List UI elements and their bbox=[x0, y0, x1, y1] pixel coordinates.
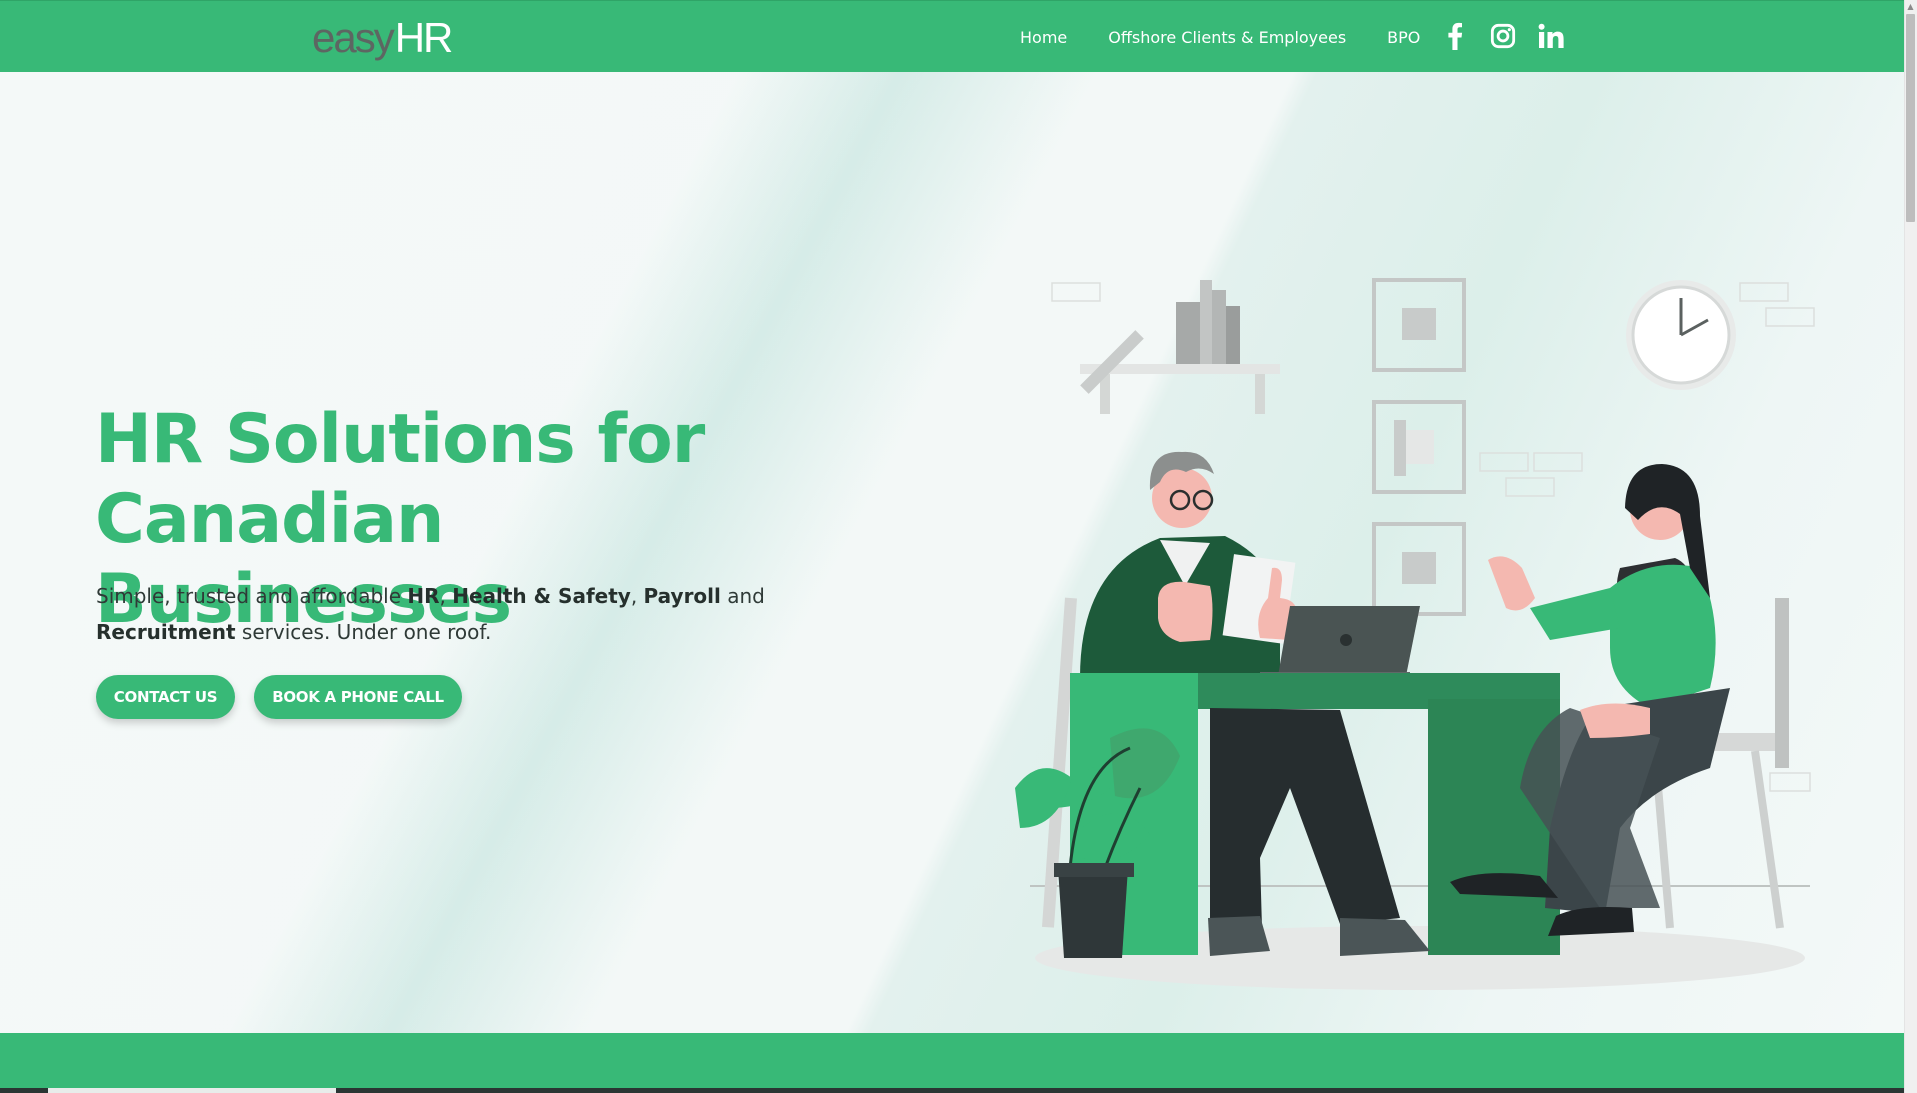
headline-line-1: HR Solutions for bbox=[95, 400, 705, 479]
social-links bbox=[1442, 21, 1564, 51]
contact-us-button[interactable]: CONTACT US bbox=[96, 675, 235, 719]
hero-subtitle: Simple, trusted and affordable HR, Healt… bbox=[96, 578, 836, 650]
preview-light-block bbox=[48, 1088, 336, 1093]
scrollbar-thumb[interactable] bbox=[1906, 14, 1915, 222]
next-section-preview-strip bbox=[0, 1088, 1904, 1093]
instagram-icon[interactable] bbox=[1490, 21, 1516, 51]
subtitle-payroll: Payroll bbox=[643, 584, 721, 608]
book-phone-call-button[interactable]: BOOK A PHONE CALL bbox=[254, 675, 462, 719]
subtitle-intro: Simple, trusted and affordable bbox=[96, 584, 408, 608]
subtitle-sep-2: , bbox=[630, 584, 644, 608]
top-navigation-bar: easy HR Home Offshore Clients & Employee… bbox=[0, 0, 1904, 72]
subtitle-sep-1: , bbox=[439, 584, 453, 608]
subtitle-outro: services. Under one roof. bbox=[235, 620, 492, 644]
subtitle-recruitment: Recruitment bbox=[96, 620, 236, 644]
office-meeting-illustration bbox=[1015, 278, 1815, 990]
logo-text-hr: HR bbox=[394, 14, 454, 61]
facebook-icon[interactable] bbox=[1442, 21, 1468, 51]
logo-text-easy: easy bbox=[312, 14, 395, 61]
scroll-up-arrow-icon[interactable]: ▲ bbox=[1906, 2, 1915, 11]
subtitle-hr: HR bbox=[407, 584, 440, 608]
linkedin-icon[interactable] bbox=[1538, 21, 1564, 51]
nav-link-bpo[interactable]: BPO bbox=[1387, 28, 1420, 47]
nav-link-home[interactable]: Home bbox=[1020, 28, 1067, 47]
main-nav: Home Offshore Clients & Employees BPO bbox=[1020, 1, 1461, 73]
subtitle-health-safety: Health & Safety bbox=[452, 584, 631, 608]
hero-section: HR Solutions for Canadian Businesses Sim… bbox=[0, 72, 1904, 1033]
easyhr-logo[interactable]: easy HR bbox=[312, 14, 454, 61]
next-section-band bbox=[0, 1033, 1904, 1093]
vertical-scrollbar[interactable]: ▲ bbox=[1904, 0, 1917, 1093]
nav-link-offshore[interactable]: Offshore Clients & Employees bbox=[1108, 28, 1346, 47]
subtitle-and: and bbox=[720, 584, 765, 608]
